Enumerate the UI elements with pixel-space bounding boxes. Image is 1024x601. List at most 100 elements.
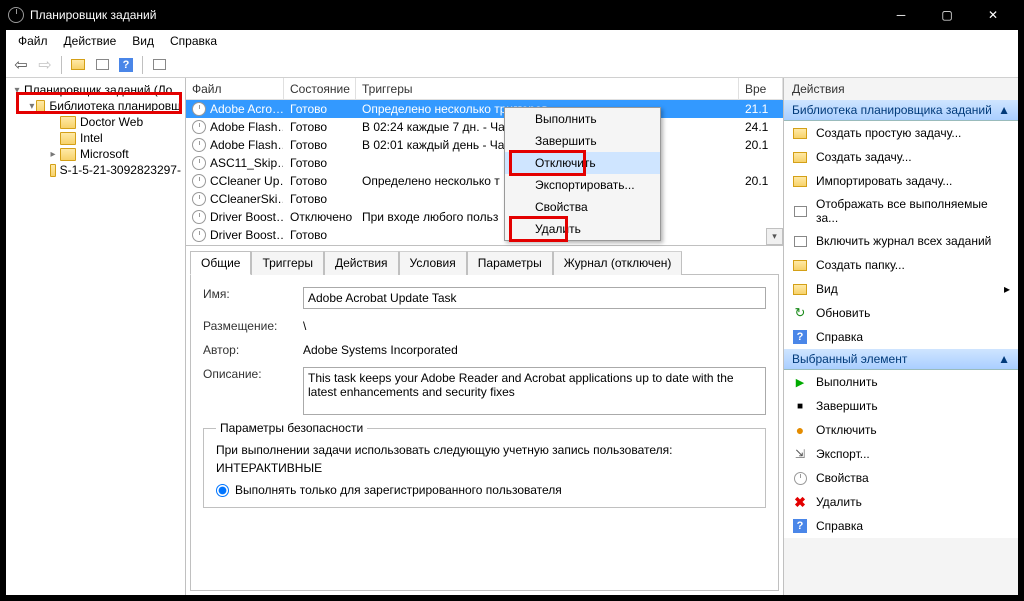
- ctx-disable[interactable]: Отключить: [505, 152, 660, 174]
- table-row[interactable]: Driver Boost…ОтключеноПри входе любого п…: [186, 208, 783, 226]
- ico-folder: [793, 260, 807, 271]
- ico-view: [794, 206, 807, 217]
- action-item[interactable]: Импортировать задачу...: [784, 169, 1018, 193]
- description-textarea[interactable]: This task keeps your Adobe Reader and Ac…: [303, 367, 766, 415]
- menu-view[interactable]: Вид: [124, 32, 162, 50]
- table-row[interactable]: Adobe Flash…ГотовоВ 02:01 каждый день - …: [186, 136, 783, 154]
- action-item[interactable]: Свойства: [784, 466, 1018, 490]
- col-state[interactable]: Состояние: [284, 78, 356, 99]
- task-list: Файл Состояние Триггеры Вре Adobe Acro…Г…: [186, 78, 783, 246]
- action-item[interactable]: Создать задачу...: [784, 145, 1018, 169]
- table-row[interactable]: Driver Boost…Готово: [186, 226, 783, 244]
- radio-label: Выполнять только для зарегистрированного…: [235, 483, 562, 497]
- ico-folder: [793, 128, 807, 139]
- table-header: Файл Состояние Триггеры Вре: [186, 78, 783, 100]
- toolbar-btn-2[interactable]: [91, 54, 113, 76]
- detail-pane: Общие Триггеры Действия Условия Параметр…: [186, 246, 783, 595]
- action-item[interactable]: Вид▸: [784, 277, 1018, 301]
- action-item[interactable]: ▶Выполнить: [784, 370, 1018, 394]
- table-row[interactable]: Adobe Acro…ГотовоОпределено несколько тр…: [186, 100, 783, 118]
- action-item[interactable]: ✖Удалить: [784, 490, 1018, 514]
- action-item[interactable]: Включить журнал всех заданий: [784, 229, 1018, 253]
- label-location: Размещение:: [203, 319, 303, 333]
- chevron-up-icon: ▲: [998, 352, 1010, 366]
- table-row[interactable]: CCleaner Up…ГотовоОпределено несколько т…: [186, 172, 783, 190]
- ctx-run[interactable]: Выполнить: [505, 108, 660, 130]
- name-input[interactable]: [303, 287, 766, 309]
- action-item[interactable]: Создать папку...: [784, 253, 1018, 277]
- clock-icon: [192, 102, 206, 116]
- ico-folder: [793, 284, 807, 295]
- ico-disable: ●: [796, 422, 804, 438]
- toolbar-btn-4[interactable]: [148, 54, 170, 76]
- tree-item[interactable]: ▸Microsoft: [44, 146, 183, 162]
- ico-folder: [793, 176, 807, 187]
- context-menu: Выполнить Завершить Отключить Экспортиро…: [504, 107, 661, 241]
- tree-item[interactable]: Doctor Web: [44, 114, 183, 130]
- action-item[interactable]: Создать простую задачу...: [784, 121, 1018, 145]
- folder-icon: [36, 100, 46, 113]
- ico-view: [794, 236, 807, 247]
- ctx-export[interactable]: Экспортировать...: [505, 174, 660, 196]
- label-author: Автор:: [203, 343, 303, 357]
- action-item[interactable]: ↻Обновить: [784, 301, 1018, 325]
- tree-root[interactable]: ▾Планировщик заданий (Ло: [8, 82, 183, 98]
- tree-library[interactable]: ▾ Библиотека планировщ: [26, 98, 183, 114]
- tree-item[interactable]: Intel: [44, 130, 183, 146]
- menu-action[interactable]: Действие: [56, 32, 125, 50]
- action-item[interactable]: ⇲Экспорт...: [784, 442, 1018, 466]
- clock-icon: [192, 192, 206, 206]
- ctx-delete[interactable]: Удалить: [505, 218, 660, 240]
- app-icon: [8, 7, 24, 23]
- maximize-button[interactable]: ▢: [924, 0, 970, 30]
- nav-forward-button[interactable]: ⇨: [34, 54, 56, 76]
- ctx-end[interactable]: Завершить: [505, 130, 660, 152]
- tab-general[interactable]: Общие: [190, 251, 251, 275]
- window-title: Планировщик заданий: [30, 8, 878, 22]
- close-button[interactable]: ✕: [970, 0, 1016, 30]
- clock-icon: [192, 138, 206, 152]
- tree-item[interactable]: S-1-5-21-3092823297-: [44, 162, 183, 178]
- ctx-properties[interactable]: Свойства: [505, 196, 660, 218]
- action-section-selected[interactable]: Выбранный элемент▲: [784, 349, 1018, 370]
- action-item[interactable]: Отображать все выполняемые за...: [784, 193, 1018, 229]
- action-item[interactable]: ?Справка: [784, 325, 1018, 349]
- scroll-down-icon[interactable]: ▾: [766, 228, 783, 245]
- table-row[interactable]: ASC11_Skip…Готово: [186, 154, 783, 172]
- action-item[interactable]: ■Завершить: [784, 394, 1018, 418]
- chevron-up-icon: ▲: [998, 103, 1010, 117]
- action-item[interactable]: ?Справка: [784, 514, 1018, 538]
- table-row[interactable]: CCleanerSki…Готово: [186, 190, 783, 208]
- security-account: ИНТЕРАКТИВНЫЕ: [216, 461, 753, 475]
- tab-history[interactable]: Журнал (отключен): [553, 251, 683, 275]
- action-item[interactable]: ●Отключить: [784, 418, 1018, 442]
- toolbar-btn-1[interactable]: [67, 54, 89, 76]
- col-triggers[interactable]: Триггеры: [356, 78, 739, 99]
- tab-actions[interactable]: Действия: [324, 251, 399, 275]
- security-legend: Параметры безопасности: [216, 421, 367, 435]
- tab-conditions[interactable]: Условия: [399, 251, 467, 275]
- radio-registered-user[interactable]: [216, 484, 229, 497]
- tab-triggers[interactable]: Триггеры: [251, 251, 324, 275]
- toolbar-btn-3[interactable]: ?: [115, 54, 137, 76]
- table-row[interactable]: Adobe Flash…ГотовоВ 02:24 каждые 7 дн. -…: [186, 118, 783, 136]
- clock-icon: [192, 210, 206, 224]
- ico-delete: ✖: [794, 494, 806, 511]
- clock-icon: [192, 174, 206, 188]
- ico-stop: ■: [797, 401, 803, 412]
- menu-file[interactable]: Файл: [10, 32, 56, 50]
- folder-icon: [60, 116, 76, 129]
- tab-settings[interactable]: Параметры: [467, 251, 553, 275]
- clock-icon: [192, 156, 206, 170]
- col-time[interactable]: Вре: [739, 78, 783, 99]
- security-text: При выполнении задачи использовать следу…: [216, 443, 753, 457]
- nav-back-button[interactable]: ⇦: [10, 54, 32, 76]
- action-section-library[interactable]: Библиотека планировщика заданий▲: [784, 100, 1018, 121]
- folder-icon: [60, 148, 76, 161]
- label-name: Имя:: [203, 287, 303, 301]
- ico-help: ?: [793, 519, 807, 533]
- menu-help[interactable]: Справка: [162, 32, 225, 50]
- minimize-button[interactable]: ─: [878, 0, 924, 30]
- actions-pane: Действия Библиотека планировщика заданий…: [784, 78, 1018, 595]
- col-file[interactable]: Файл: [186, 78, 284, 99]
